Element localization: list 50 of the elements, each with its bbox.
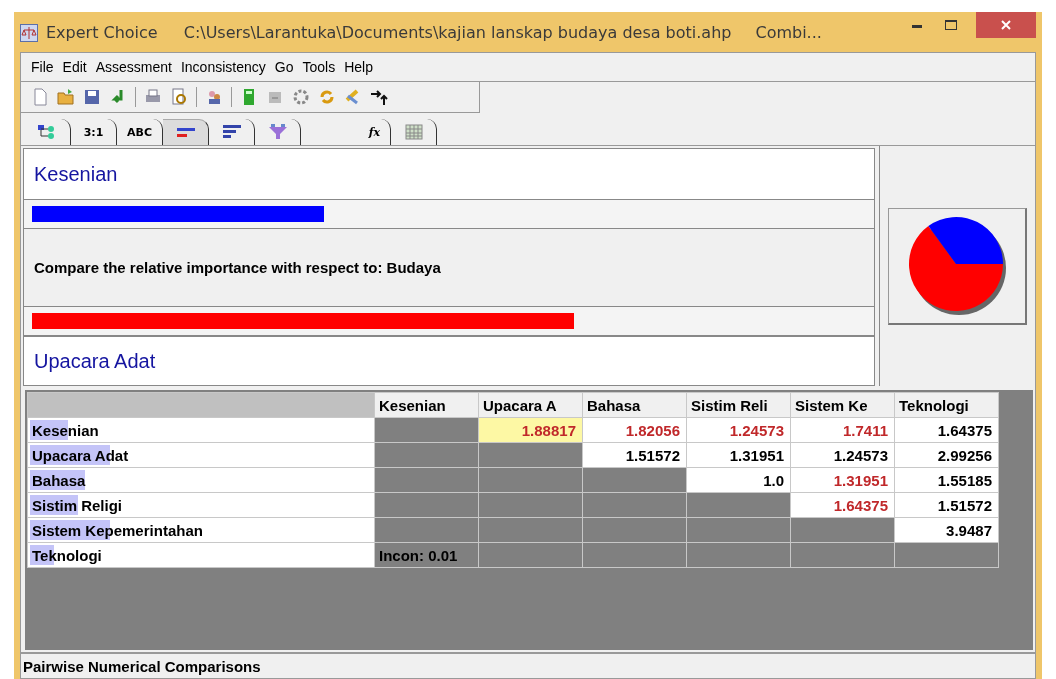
status-bar: Pairwise Numerical Comparisons (21, 652, 1035, 678)
column-header: Kesenian (374, 392, 479, 418)
row-label[interactable]: Upacara Adat (27, 442, 375, 468)
row-label[interactable]: Kesenian (27, 417, 375, 443)
comparison-cell[interactable]: 1.64375 (790, 492, 895, 518)
column-header: Sistem Ke (790, 392, 895, 418)
column-header: Sistim Reli (686, 392, 791, 418)
folder-icon[interactable] (55, 86, 77, 108)
comparison-cell[interactable]: 1.31951 (686, 442, 791, 468)
grid-icon (402, 124, 425, 140)
row-label[interactable]: Teknologi (27, 542, 375, 568)
view-mode: Combi... (755, 22, 822, 42)
menu-item[interactable]: Inconsistency (180, 59, 266, 75)
column-header: Bahasa (582, 392, 687, 418)
row-label[interactable]: Sistem Kepemerintahan (27, 517, 375, 543)
comparison-cell[interactable]: 1.31951 (790, 467, 895, 493)
comparison-cell[interactable]: 1.0 (686, 467, 791, 493)
row-label[interactable]: Sistim Religi (27, 492, 375, 518)
comparison-cell[interactable]: 1.24573 (686, 417, 791, 443)
comparison-cell[interactable]: 1.7411 (790, 417, 895, 443)
menu-item[interactable]: Help (344, 59, 373, 75)
compared-item-name: Upacara Adat (24, 336, 874, 385)
compared-item-name: Kesenian (24, 149, 874, 200)
comparison-cell[interactable]: 3.9487 (894, 517, 999, 543)
app-name: Expert Choice (46, 22, 158, 42)
column-header: Upacara A (478, 392, 583, 418)
row-label[interactable]: Bahasa (27, 467, 375, 493)
menu-item[interactable]: Tools (302, 59, 336, 75)
close-icon (1000, 19, 1012, 31)
app-icon (20, 24, 38, 42)
comparison-cell[interactable]: 1.51572 (894, 492, 999, 518)
file-path: C:\Users\Larantuka\Documents\kajian lanskap budaya desa boti.ahp (183, 22, 732, 42)
bars-icon (220, 124, 243, 140)
column-header: Teknologi (894, 392, 999, 418)
maximize-icon (944, 19, 958, 31)
view-tab[interactable] (163, 119, 209, 145)
menu-item[interactable]: File (31, 59, 54, 75)
menu-item[interactable]: Edit (62, 59, 87, 75)
comparison-cell[interactable]: 1.82056 (582, 417, 687, 443)
comparison-cell[interactable]: 1.64375 (894, 417, 999, 443)
comparison-cell[interactable]: 1.24573 (790, 442, 895, 468)
comparison-cell[interactable]: 1.51572 (582, 442, 687, 468)
comparison-prompt: Compare the relative importance with respect to: Budaya (34, 259, 441, 276)
comparison-cell[interactable]: 1.55185 (894, 467, 999, 493)
comparison-cell[interactable]: 2.99256 (894, 442, 999, 468)
menu-item[interactable]: Go (274, 59, 294, 75)
inconsistency-cell: Incon: 0.01 (374, 542, 479, 568)
menu-item[interactable]: Assessment (95, 59, 172, 75)
close-button[interactable] (976, 12, 1036, 38)
comparison-cell[interactable]: 1.88817 (478, 417, 583, 443)
